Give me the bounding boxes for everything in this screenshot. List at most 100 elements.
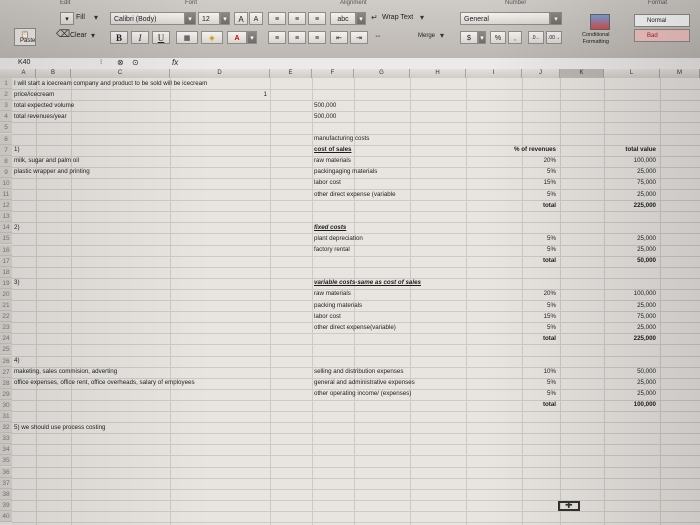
cell-f8[interactable]: raw materials	[314, 157, 351, 165]
cell-l29[interactable]: 25,000	[637, 390, 656, 398]
fill-button[interactable]: Fill	[76, 14, 85, 21]
cell-j17[interactable]: total	[543, 257, 556, 265]
decrease-indent-icon[interactable]: ⇤	[330, 31, 348, 44]
cell-f11[interactable]: other direct expense (variable	[314, 191, 396, 199]
row-header-5[interactable]: 5	[0, 122, 12, 134]
cell-j27[interactable]: 10%	[544, 368, 556, 376]
wrap-dropdown-icon[interactable]: ▾	[420, 13, 424, 23]
cell-f4[interactable]: 500,000	[314, 113, 336, 121]
cell-j30[interactable]: total	[543, 401, 556, 409]
number-format-select[interactable]: General	[460, 12, 550, 25]
cell-a14[interactable]: 2)	[14, 224, 20, 232]
cell-l7[interactable]: total value	[625, 146, 656, 154]
conditional-formatting-button[interactable]: Conditional Formatting	[582, 32, 610, 46]
row-header-30[interactable]: 30	[0, 399, 12, 411]
percent-button[interactable]: %	[490, 31, 506, 44]
underline-button[interactable]: U	[152, 31, 170, 44]
italic-button[interactable]: I	[131, 31, 149, 44]
cell-a32[interactable]: 5) we should use process costing	[14, 424, 106, 432]
style-normal[interactable]: Normal	[634, 14, 690, 27]
cell-f27[interactable]: selling and distribution expenses	[314, 368, 403, 376]
cell-l28[interactable]: 25,000	[637, 379, 656, 387]
row-header-8[interactable]: 8	[0, 155, 12, 167]
row-header-31[interactable]: 31	[0, 411, 12, 423]
bold-button[interactable]: B	[110, 31, 128, 44]
merge-dropdown-icon[interactable]: ▾	[440, 31, 444, 41]
cell-f21[interactable]: packing materials	[314, 302, 362, 310]
font-size-select[interactable]: 12	[198, 12, 220, 25]
row-header-16[interactable]: 16	[0, 244, 12, 256]
cell-j15[interactable]: 5%	[547, 235, 556, 243]
cell-l17[interactable]: 50,000	[637, 257, 656, 265]
cell-j11[interactable]: 5%	[547, 191, 556, 199]
row-header-17[interactable]: 17	[0, 255, 12, 267]
cell-j16[interactable]: 5%	[547, 246, 556, 254]
row-header-15[interactable]: 15	[0, 233, 12, 245]
cancel-icon[interactable]: ⊗	[117, 58, 124, 68]
cell-j23[interactable]: 5%	[547, 324, 556, 332]
increase-decimal-icon[interactable]: .0←	[528, 31, 544, 44]
row-header-29[interactable]: 29	[0, 388, 12, 400]
column-header-h[interactable]: H	[410, 69, 466, 78]
clear-dropdown-icon[interactable]: ▾	[91, 31, 95, 41]
row-header-32[interactable]: 32	[0, 422, 12, 434]
row-header-38[interactable]: 38	[0, 488, 12, 500]
row-header-12[interactable]: 12	[0, 200, 12, 212]
number-format-dropdown-icon[interactable]: ▾	[550, 12, 562, 25]
cell-a19[interactable]: 3)	[14, 279, 20, 287]
cell-l27[interactable]: 50,000	[637, 368, 656, 376]
row-header-39[interactable]: 39	[0, 499, 12, 511]
cell-l9[interactable]: 25,000	[637, 168, 656, 176]
cell-l10[interactable]: 75,000	[637, 179, 656, 187]
cell-a4[interactable]: total revenues/year	[14, 113, 67, 121]
row-header-18[interactable]: 18	[0, 266, 12, 278]
cell-f6[interactable]: manufacturing costs	[314, 135, 369, 143]
cell-l22[interactable]: 75,000	[637, 313, 656, 321]
row-header-2[interactable]: 2	[0, 89, 12, 101]
increase-indent-icon[interactable]: ⇥	[350, 31, 368, 44]
cell-f7[interactable]: cost of sales	[314, 146, 352, 154]
cell-j7[interactable]: % of revenues	[514, 146, 556, 154]
cell-f28[interactable]: general and administrative expenses	[314, 379, 415, 387]
align-bottom-icon[interactable]: ≡	[308, 12, 326, 25]
borders-icon[interactable]: ▦	[176, 31, 198, 44]
cell-l8[interactable]: 100,000	[634, 157, 656, 165]
row-header-34[interactable]: 34	[0, 444, 12, 456]
function-icon[interactable]: fx	[172, 58, 178, 67]
font-color-button[interactable]: A	[227, 31, 247, 44]
accounting-dropdown-icon[interactable]: ▾	[478, 31, 486, 44]
decrease-decimal-icon[interactable]: .00→	[546, 31, 562, 44]
row-header-26[interactable]: 26	[0, 355, 12, 367]
chevron-down-icon[interactable]: ▾	[94, 13, 98, 23]
cell-f16[interactable]: factory rental	[314, 246, 350, 254]
cell-j9[interactable]: 5%	[547, 168, 556, 176]
text-orientation-button[interactable]: abc	[330, 12, 356, 25]
row-header-7[interactable]: 7	[0, 144, 12, 156]
row-header-35[interactable]: 35	[0, 455, 12, 467]
fill-color-icon[interactable]: ◈	[201, 31, 223, 44]
row-header-3[interactable]: 3	[0, 100, 12, 112]
name-box[interactable]: K40	[18, 59, 30, 66]
cell-f19[interactable]: variable costs-same as cost of sales	[314, 279, 421, 287]
cell-f15[interactable]: plant depreciation	[314, 235, 363, 243]
row-header-24[interactable]: 24	[0, 333, 12, 345]
shrink-font-button[interactable]: A	[249, 12, 263, 25]
align-right-icon[interactable]: ≡	[308, 31, 326, 44]
cell-a2[interactable]: price/icecream	[14, 91, 54, 99]
cell-f22[interactable]: labor cost	[314, 313, 341, 321]
cell-l11[interactable]: 25,000	[637, 191, 656, 199]
row-header-20[interactable]: 20	[0, 288, 12, 300]
cell-j28[interactable]: 5%	[547, 379, 556, 387]
column-header-d[interactable]: D	[170, 69, 270, 78]
comma-button[interactable]: ,	[508, 31, 522, 44]
cell-f23[interactable]: other direct expense(variable)	[314, 324, 396, 332]
column-header-l[interactable]: L	[604, 69, 660, 78]
paste-button[interactable]: Paste	[20, 38, 35, 44]
cell-a1[interactable]: I will start a icecream company and prod…	[14, 80, 207, 88]
row-header-23[interactable]: 23	[0, 322, 12, 334]
cell-j29[interactable]: 5%	[547, 390, 556, 398]
cell-j20[interactable]: 20%	[544, 290, 556, 298]
cell-f14[interactable]: fixed costs	[314, 224, 346, 232]
cell-l15[interactable]: 25,000	[637, 235, 656, 243]
cell-a8[interactable]: milk, sugar and palm oil	[14, 157, 79, 165]
